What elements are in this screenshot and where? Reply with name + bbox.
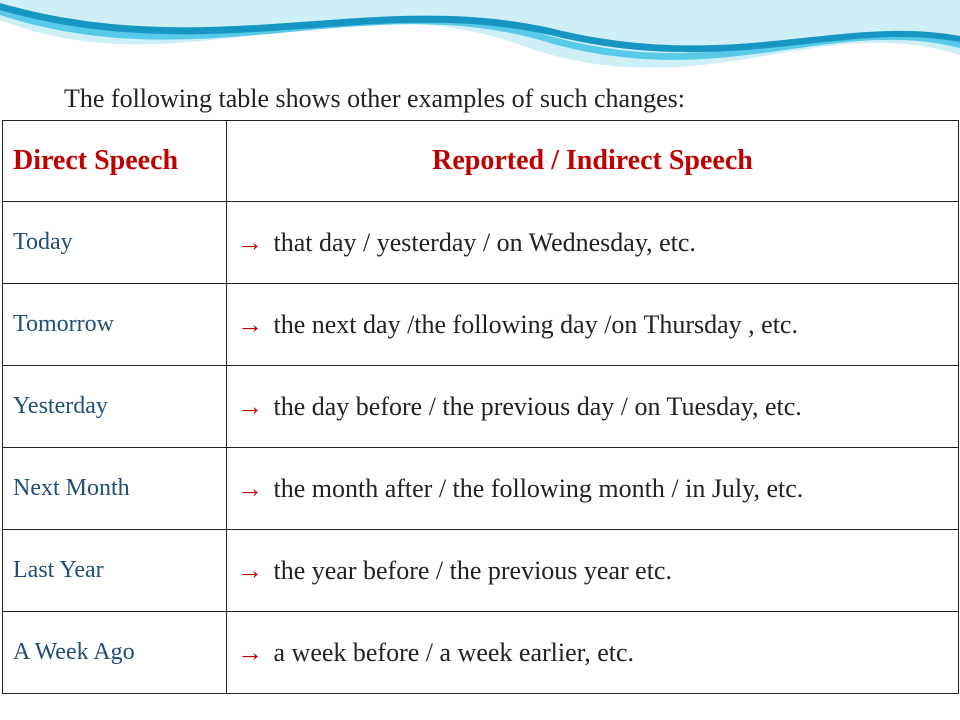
reported-text: the next day /the following day /on Thur…: [267, 310, 798, 339]
direct-cell: Yesterday: [3, 366, 227, 448]
reported-cell: → the month after / the following month …: [227, 448, 959, 530]
reported-text: a week before / a week earlier, etc.: [267, 638, 634, 667]
reported-cell: → the year before / the previous year et…: [227, 530, 959, 612]
reported-text: the year before / the previous year etc.: [267, 556, 672, 585]
arrow-icon: →: [237, 474, 263, 503]
arrow-icon: →: [237, 228, 263, 257]
speech-table: Direct Speech Reported / Indirect Speech…: [2, 120, 959, 694]
reported-text: the day before / the previous day / on T…: [267, 392, 802, 421]
arrow-icon: →: [237, 638, 263, 667]
reported-cell: → that day / yesterday / on Wednesday, e…: [227, 202, 959, 284]
header-reported: Reported / Indirect Speech: [227, 121, 959, 202]
header-direct: Direct Speech: [3, 121, 227, 202]
table-row: Next Month → the month after / the follo…: [3, 448, 959, 530]
table-row: Tomorrow → the next day /the following d…: [3, 284, 959, 366]
arrow-icon: →: [237, 392, 263, 421]
arrow-icon: →: [237, 310, 263, 339]
direct-cell: Tomorrow: [3, 284, 227, 366]
reported-text: that day / yesterday / on Wednesday, etc…: [267, 228, 696, 257]
reported-text: the month after / the following month / …: [267, 474, 803, 503]
reported-cell: → a week before / a week earlier, etc.: [227, 612, 959, 694]
table-header-row: Direct Speech Reported / Indirect Speech: [3, 121, 959, 202]
table-row: Today → that day / yesterday / on Wednes…: [3, 202, 959, 284]
direct-cell: Last Year: [3, 530, 227, 612]
intro-text: The following table shows other examples…: [64, 84, 685, 114]
reported-cell: → the day before / the previous day / on…: [227, 366, 959, 448]
table-row: Yesterday → the day before / the previou…: [3, 366, 959, 448]
direct-cell: A Week Ago: [3, 612, 227, 694]
arrow-icon: →: [237, 556, 263, 585]
table-row: Last Year → the year before / the previo…: [3, 530, 959, 612]
direct-cell: Next Month: [3, 448, 227, 530]
reported-cell: → the next day /the following day /on Th…: [227, 284, 959, 366]
table-row: A Week Ago → a week before / a week earl…: [3, 612, 959, 694]
direct-cell: Today: [3, 202, 227, 284]
